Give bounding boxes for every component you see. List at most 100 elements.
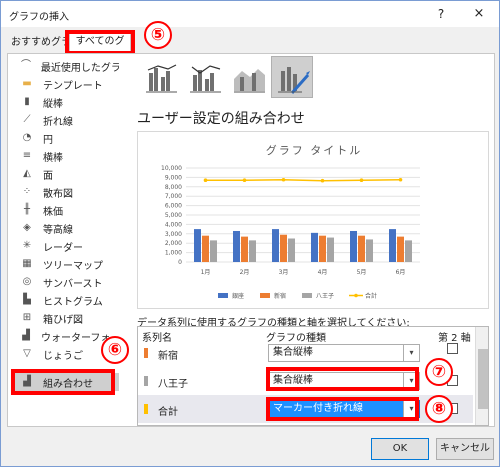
combo-type-custom[interactable] xyxy=(271,56,313,98)
tab-recommended-charts[interactable]: おすすめグラフ xyxy=(7,33,67,53)
bar-chart-icon: ≡ xyxy=(22,150,32,161)
sidebar-item-recent[interactable]: ⌒ 最近使用したグラフ xyxy=(11,57,119,75)
series-name: 合計 xyxy=(158,407,178,418)
sidebar-item-scatter[interactable]: ⁘ 散布図 xyxy=(11,183,119,201)
sidebar-item-bar[interactable]: ≡ 横棒 xyxy=(11,147,119,165)
y-tick-label: 3,000 xyxy=(165,231,182,238)
bar-八王子-1月 xyxy=(210,240,217,262)
sidebar-item-radar[interactable]: ✳ レーダー xyxy=(11,237,119,255)
line-point-合計 xyxy=(242,178,247,183)
sunburst-icon: ◎ xyxy=(22,276,32,287)
chart-svg: 0 1,000 2,000 3,000 4,000 5,000 6,000 7,000 8,00… xyxy=(161,165,420,300)
chevron-down-icon: ▾ xyxy=(403,345,419,361)
annotation-highlight-hachioji-type xyxy=(266,367,419,391)
legend-label-銀座: 銀座 xyxy=(232,292,244,300)
line-point-合計 xyxy=(203,178,208,183)
line-chart-icon: ⟋ xyxy=(23,114,31,125)
bar-新宿-4月 xyxy=(319,235,326,262)
sidebar-item-treemap[interactable]: ▦ ツリーマップ xyxy=(11,255,119,273)
legend-marker-合計 xyxy=(354,293,358,298)
sidebar-item-pie[interactable]: ◔ 円 xyxy=(11,129,119,147)
bar-銀座-3月 xyxy=(272,229,279,262)
annotation-number-6: ⑥ xyxy=(101,336,129,364)
y-tick-label: 8,000 xyxy=(165,184,182,191)
x-tick-label: 4月 xyxy=(318,269,328,276)
cancel-button[interactable]: キャンセル xyxy=(436,438,494,460)
table-scrollbar[interactable] xyxy=(475,327,488,425)
insert-chart-dialog: グラフの挿入 ? × おすすめグラフ すべてのグラフ ⑤ ⌒ 最近使用したグラフ… xyxy=(0,0,500,467)
sidebar-item-column[interactable]: ▮ 縦棒 xyxy=(11,93,119,111)
legend-swatch-八王子 xyxy=(302,293,312,298)
dialog-title: グラフの挿入 xyxy=(9,12,69,23)
bar-新宿-3月 xyxy=(280,234,287,262)
ok-button[interactable]: OK xyxy=(371,438,429,460)
section-title: ユーザー設定の組み合わせ xyxy=(137,111,305,127)
combo-type-clustered-column-line-secondary[interactable] xyxy=(183,56,225,98)
annotation-number-8: ⑧ xyxy=(425,395,453,423)
bar-銀座-4月 xyxy=(311,232,318,262)
y-tick-label: 0 xyxy=(178,259,182,266)
surface-chart-icon: ◈ xyxy=(23,222,31,233)
title-bar: グラフの挿入 ? × xyxy=(1,1,499,27)
annotation-highlight-combo xyxy=(11,369,115,395)
series-color-swatch xyxy=(144,404,148,414)
sidebar-item-surface[interactable]: ◈ 等高線 xyxy=(11,219,119,237)
table-row: 新宿 集合縦棒 ▾ xyxy=(138,341,473,365)
sidebar-item-box-whisker[interactable]: ⊞ 箱ひげ図 xyxy=(11,309,119,327)
x-tick-label: 5月 xyxy=(357,269,367,276)
recent-icon: ⌒ xyxy=(20,60,31,71)
legend-label-新宿: 新宿 xyxy=(274,292,286,300)
legend-label-合計: 合計 xyxy=(365,292,377,300)
legend-label-八王子: 八王子 xyxy=(316,293,334,300)
bar-八王子-2月 xyxy=(249,240,256,262)
y-tick-label: 6,000 xyxy=(165,203,182,210)
legend-swatch-銀座 xyxy=(218,293,228,298)
histogram-icon: ▙ xyxy=(23,294,31,305)
column-chart-icon: ▮ xyxy=(24,96,30,107)
bar-八王子-4月 xyxy=(327,237,334,262)
annotation-number-7: ⑦ xyxy=(425,358,453,386)
sidebar-item-templates[interactable]: ▬ テンプレート xyxy=(11,75,119,93)
x-tick-label: 6月 xyxy=(396,269,406,276)
bar-銀座-5月 xyxy=(350,230,357,262)
series-color-swatch xyxy=(144,376,148,386)
legend-swatch-新宿 xyxy=(260,293,270,298)
sidebar-item-area[interactable]: ◭ 面 xyxy=(11,165,119,183)
bar-新宿-5月 xyxy=(358,235,365,262)
custom-combo-icon xyxy=(278,67,310,94)
line-point-合計 xyxy=(320,178,325,183)
chart-type-select[interactable]: 集合縦棒 ▾ xyxy=(268,344,420,362)
line-series-合計 xyxy=(205,178,401,182)
secondary-axis-checkbox[interactable] xyxy=(447,343,458,354)
radar-chart-icon: ✳ xyxy=(22,240,32,251)
sidebar-item-histogram[interactable]: ▙ ヒストグラム xyxy=(11,291,119,309)
help-button[interactable]: ? xyxy=(431,5,451,23)
bar-新宿-2月 xyxy=(241,236,248,262)
x-tick-label: 1月 xyxy=(201,269,211,276)
y-tick-label: 4,000 xyxy=(165,221,182,228)
bar-八王子-5月 xyxy=(366,239,373,262)
bar-新宿-1月 xyxy=(202,235,209,262)
annotation-highlight-all-charts-tab xyxy=(65,30,135,55)
stock-chart-icon: ╫ xyxy=(23,204,31,215)
bar-新宿-6月 xyxy=(397,236,404,262)
combo-type-clustered-column-line[interactable] xyxy=(139,56,181,98)
waterfall-icon: ▟ xyxy=(22,330,30,341)
close-button[interactable]: × xyxy=(469,5,489,23)
scatter-chart-icon: ⁘ xyxy=(22,186,32,197)
combo-type-stacked-area-column[interactable] xyxy=(227,56,269,98)
series-color-swatch xyxy=(144,348,148,358)
annotation-number-5: ⑤ xyxy=(144,21,172,49)
annotation-highlight-total-type xyxy=(266,397,419,421)
sidebar-item-line[interactable]: ⟋ 折れ線 xyxy=(11,111,119,129)
sidebar-item-sunburst[interactable]: ◎ サンバースト xyxy=(11,273,119,291)
x-tick-label: 3月 xyxy=(279,269,289,276)
bar-銀座-1月 xyxy=(194,229,201,262)
treemap-icon: ▦ xyxy=(22,258,32,269)
combo-secondary-line-icon xyxy=(190,65,221,93)
area-chart-icon: ◭ xyxy=(23,168,31,179)
bar-銀座-2月 xyxy=(233,230,240,262)
sidebar-item-stock[interactable]: ╫ 株価 xyxy=(11,201,119,219)
scrollbar-thumb[interactable] xyxy=(478,349,488,409)
y-tick-label: 2,000 xyxy=(165,240,182,247)
